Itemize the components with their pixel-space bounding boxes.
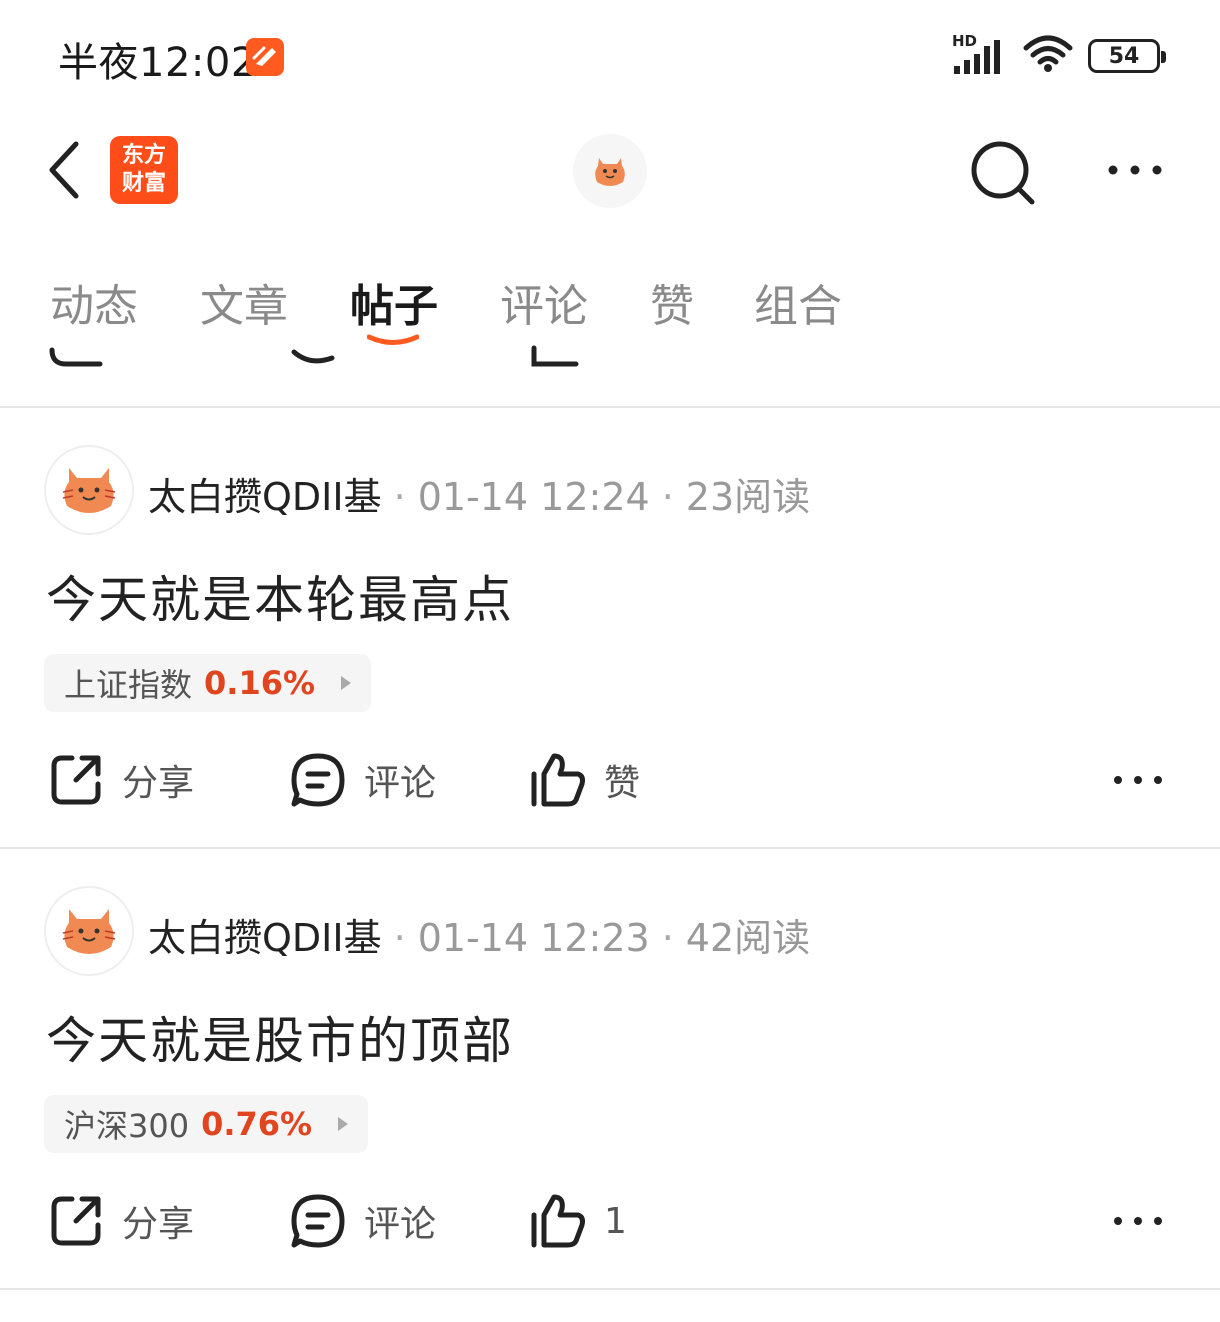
author-name[interactable]: 太白攒QDII基	[148, 916, 382, 960]
profile-tabs: 动态 文章 帖子 评论 赞 组合	[0, 262, 1220, 345]
brand-line-1: 东方	[121, 142, 166, 168]
tab-dynamic[interactable]: 动态	[50, 270, 138, 334]
avatar-icon	[595, 158, 625, 186]
post-time: 01-14 12:23	[417, 916, 650, 960]
comment-icon	[291, 1194, 345, 1248]
divider	[0, 1288, 1220, 1290]
search-button[interactable]	[968, 138, 1040, 210]
comment-label: 评论	[364, 763, 437, 804]
post-meta: 太白攒QDII基 · 01-14 12:24 · 23阅读	[148, 466, 810, 521]
stock-chip[interactable]: 上证指数 0.16%	[44, 654, 372, 712]
read-count: 42阅读	[685, 916, 811, 960]
profile-avatar[interactable]	[573, 134, 647, 208]
post-time: 01-14 12:24	[417, 475, 650, 519]
status-bar: 半夜12:02 HD 54	[0, 0, 1220, 110]
chevron-right-icon	[341, 676, 352, 690]
back-button[interactable]	[40, 138, 90, 202]
meta-separator: ·	[393, 475, 406, 519]
post-more-icon[interactable]	[1112, 770, 1164, 790]
like-label: 赞	[604, 763, 641, 804]
post-card[interactable]: 太白攒QDII基 · 01-14 12:24 · 23阅读 今天就是本轮最高点 上证指数…	[0, 408, 1220, 846]
post-more-icon[interactable]	[1112, 1211, 1164, 1231]
post-card[interactable]: 太白攒QDII基 · 01-14 12:23 · 42阅读 今天就是股市的顶部 沪深30…	[0, 849, 1220, 1287]
tab-posts[interactable]: 帖子	[350, 270, 438, 334]
tab-likes[interactable]: 赞	[650, 270, 694, 334]
wifi-icon	[1022, 34, 1074, 78]
meta-separator: ·	[661, 916, 674, 960]
tab-portfolio[interactable]: 组合	[754, 270, 842, 334]
stock-name: 沪深300	[64, 1107, 190, 1145]
stock-change: 0.16%	[204, 664, 316, 702]
brand-logo[interactable]: 东方 财富	[110, 136, 178, 204]
tab-comments[interactable]: 评论	[500, 270, 588, 334]
avatar-icon	[62, 909, 116, 954]
author-name[interactable]: 太白攒QDII基	[148, 475, 382, 519]
like-button[interactable]: 赞	[530, 752, 640, 808]
like-button[interactable]: 1	[530, 1193, 627, 1249]
share-icon	[51, 755, 101, 805]
battery-level: 54	[1108, 43, 1140, 69]
share-icon	[51, 1196, 101, 1246]
more-button[interactable]	[1100, 150, 1170, 190]
share-label: 分享	[122, 1204, 195, 1245]
status-indicators: HD 54	[952, 32, 1166, 78]
share-button[interactable]: 分享	[48, 1193, 194, 1249]
brand-line-2: 财富	[121, 170, 166, 196]
avatar-icon	[62, 468, 116, 513]
comment-button[interactable]: 评论	[290, 752, 436, 808]
post-title[interactable]: 今天就是股市的顶部	[46, 1001, 514, 1073]
chevron-right-icon	[338, 1117, 349, 1131]
comment-label: 评论	[364, 1204, 437, 1245]
thumbs-up-icon	[531, 1194, 585, 1248]
meta-separator: ·	[661, 475, 674, 519]
comment-icon	[291, 753, 345, 807]
back-icon	[49, 141, 79, 199]
app-notification-icon	[246, 38, 284, 76]
share-label: 分享	[122, 763, 195, 804]
battery-icon: 54	[1088, 39, 1166, 73]
stock-chip[interactable]: 沪深300 0.76%	[44, 1095, 369, 1153]
search-icon	[971, 141, 1035, 205]
tab-articles[interactable]: 文章	[200, 270, 288, 334]
comment-button[interactable]: 评论	[290, 1193, 436, 1249]
stock-change: 0.76%	[201, 1105, 313, 1143]
author-avatar[interactable]	[44, 886, 134, 976]
clipped-previous-actions	[0, 340, 1220, 370]
meta-separator: ·	[393, 916, 406, 960]
share-button[interactable]: 分享	[48, 752, 194, 808]
post-meta: 太白攒QDII基 · 01-14 12:23 · 42阅读	[148, 907, 810, 962]
thumbs-up-icon	[531, 753, 585, 807]
author-avatar[interactable]	[44, 445, 134, 535]
stock-name: 上证指数	[64, 666, 193, 704]
more-icon	[1108, 165, 1162, 175]
like-count: 1	[604, 1200, 627, 1242]
status-time: 半夜12:02	[58, 40, 257, 86]
post-title[interactable]: 今天就是本轮最高点	[46, 560, 514, 632]
read-count: 23阅读	[685, 475, 811, 519]
top-nav: 东方 财富	[0, 120, 1220, 220]
signal-icon: HD	[952, 32, 1008, 76]
